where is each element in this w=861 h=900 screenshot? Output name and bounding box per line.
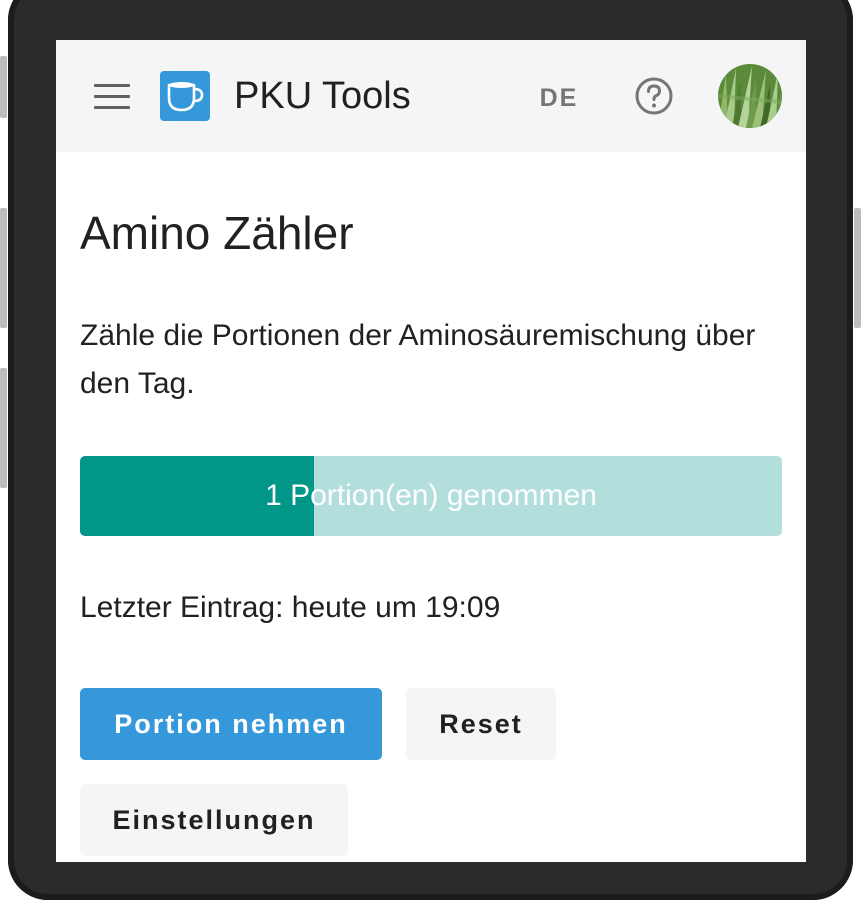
page-description: Zähle die Portionen der Aminosäuremischu… bbox=[80, 319, 756, 400]
page-title: Amino Zähler bbox=[80, 207, 354, 259]
language-button[interactable]: DE bbox=[528, 80, 590, 116]
portion-progress-bar: 1 Portion(en) genommen bbox=[80, 456, 782, 536]
device-volume-up bbox=[0, 208, 7, 328]
menu-icon[interactable] bbox=[94, 84, 130, 110]
grass-avatar[interactable] bbox=[718, 64, 782, 128]
reset-button[interactable]: Reset bbox=[406, 688, 556, 760]
device-side-button bbox=[0, 56, 7, 118]
last-entry-text: Letzter Eintrag: heute um 19:09 bbox=[80, 591, 501, 624]
help-circle-icon[interactable] bbox=[634, 76, 674, 116]
device-power-button bbox=[854, 208, 861, 328]
device-frame: PKU Tools DE Amino Zähler Zähle die Port… bbox=[0, 0, 861, 900]
settings-button[interactable]: Einstellungen bbox=[80, 784, 348, 856]
take-portion-button[interactable]: Portion nehmen bbox=[80, 688, 382, 760]
app-screen: PKU Tools DE Amino Zähler Zähle die Port… bbox=[56, 40, 806, 862]
app-title: PKU Tools bbox=[234, 75, 411, 117]
cup-icon bbox=[160, 71, 210, 121]
app-bar: PKU Tools DE bbox=[56, 40, 806, 152]
progress-label: 1 Portion(en) genommen bbox=[265, 479, 597, 512]
device-volume-down bbox=[0, 368, 7, 488]
